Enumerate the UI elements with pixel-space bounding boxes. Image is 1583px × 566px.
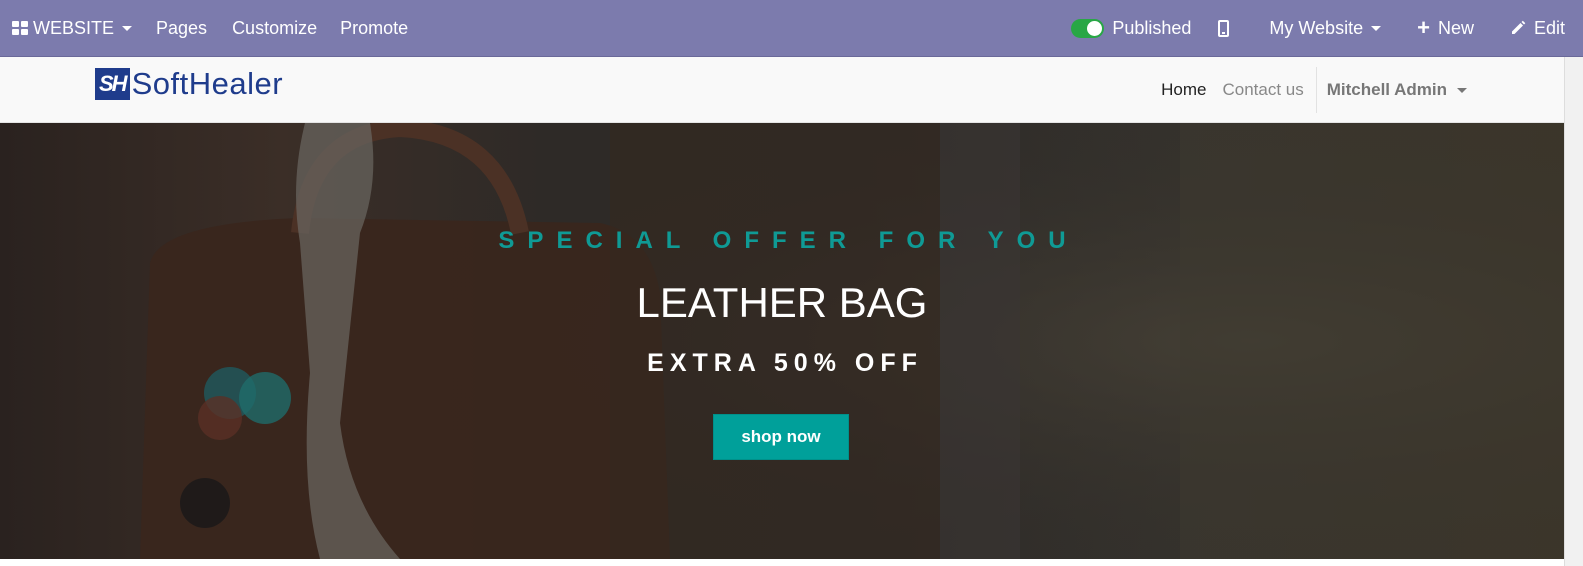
page-scrollbar[interactable] [1564,57,1583,566]
plus-icon: + [1417,15,1430,40]
site-header: SH SoftHealer Home Contact us Mitchell A… [0,57,1583,123]
edit-button[interactable]: Edit [1510,0,1565,56]
user-name: Mitchell Admin [1326,80,1447,99]
website-label: My Website [1269,17,1364,38]
nav-contact-us[interactable]: Contact us [1214,80,1311,100]
chevron-down-icon [1457,87,1467,93]
hero-title: LEATHER BAG [636,279,928,326]
nav-home[interactable]: Home [1153,80,1214,100]
edit-label: Edit [1533,17,1565,38]
pencil-icon [1511,20,1526,34]
hero-banner: SPECIAL OFFER FOR YOU LEATHER BAG EXTRA … [0,123,1564,559]
hero-content: SPECIAL OFFER FOR YOU LEATHER BAG EXTRA … [0,123,1564,559]
app-label: WEBSITE [33,17,115,38]
apps-menu-button[interactable]: WEBSITE [0,0,156,56]
hero-kicker: SPECIAL OFFER FOR YOU [498,227,1079,254]
menu-customize[interactable]: Customize [232,0,340,56]
logo-text: SoftHealer [131,66,284,101]
mobile-phone-icon [1218,19,1230,37]
chevron-down-icon [122,25,133,31]
site-logo[interactable]: SH SoftHealer [95,66,284,101]
apps-grid-icon [12,21,28,35]
user-menu[interactable]: Mitchell Admin [1319,80,1475,100]
new-button[interactable]: + New [1417,0,1510,56]
mobile-preview-button[interactable] [1218,0,1269,56]
logo-mark: SH [95,68,130,100]
new-label: New [1437,17,1474,38]
menu-pages[interactable]: Pages [156,0,232,56]
nav-divider [1315,67,1317,113]
published-toggle[interactable]: Published [1071,0,1218,56]
site-nav: Home Contact us Mitchell Admin [1153,57,1475,123]
website-switcher[interactable]: My Website [1269,0,1417,56]
chevron-down-icon [1371,25,1382,31]
menu-promote[interactable]: Promote [340,0,408,56]
hero-subtitle: EXTRA 50% OFF [647,349,923,377]
toggle-switch-icon [1071,18,1105,38]
published-label: Published [1112,17,1192,38]
admin-navbar: WEBSITE Pages Customize Promote Publishe… [0,0,1583,57]
shop-now-button[interactable]: shop now [713,414,849,460]
